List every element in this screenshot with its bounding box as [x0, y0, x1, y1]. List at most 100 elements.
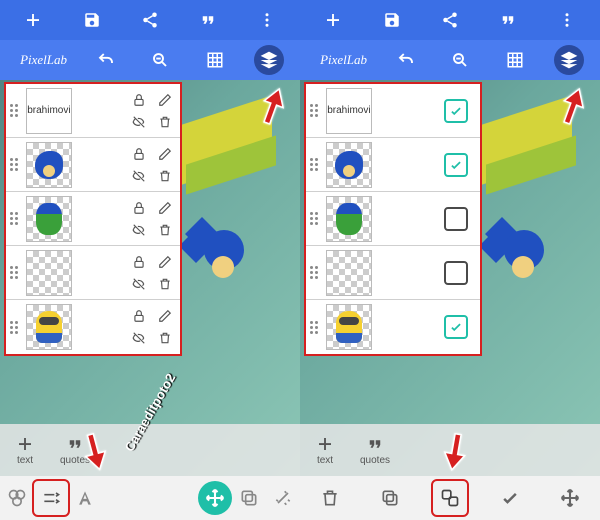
layer-actions [126, 143, 178, 187]
delete-icon[interactable] [152, 273, 178, 295]
visibility-off-icon[interactable] [126, 111, 152, 133]
undo-icon[interactable] [391, 45, 421, 75]
layer-thumbnail: Ibrahimovic [326, 88, 372, 134]
zoom-icon[interactable] [145, 45, 175, 75]
size-adjust-icon[interactable] [34, 481, 68, 515]
move-fab[interactable] [198, 481, 232, 515]
app-brand: PixelLab [16, 52, 67, 68]
drag-handle-icon[interactable] [8, 210, 22, 227]
visibility-off-icon[interactable] [126, 165, 152, 187]
quotes-icon[interactable] [193, 5, 223, 35]
edit-icon[interactable] [152, 251, 178, 273]
layer-actions [126, 251, 178, 295]
layer-row[interactable] [306, 246, 480, 300]
layer-thumbnail [26, 304, 72, 350]
layers-button[interactable] [554, 45, 584, 75]
overflow-icon[interactable] [252, 5, 282, 35]
category-text[interactable]: text [0, 424, 50, 476]
drag-handle-icon[interactable] [308, 264, 322, 281]
save-icon[interactable] [377, 5, 407, 35]
edit-icon[interactable] [152, 197, 178, 219]
layer-row[interactable] [6, 300, 180, 354]
drag-handle-icon[interactable] [8, 319, 22, 336]
delete-icon[interactable] [313, 481, 347, 515]
delete-icon[interactable] [152, 219, 178, 241]
layer-thumbnail: Ibrahimovic [26, 88, 72, 134]
drag-handle-icon[interactable] [8, 264, 22, 281]
grid-icon[interactable] [200, 45, 230, 75]
share-icon[interactable] [435, 5, 465, 35]
palette-icon[interactable] [0, 481, 34, 515]
category-quotes[interactable]: quotes [350, 424, 400, 476]
tutorial-arrow-size [80, 432, 110, 472]
font-icon[interactable] [68, 481, 102, 515]
lock-icon[interactable] [126, 251, 152, 273]
lock-icon[interactable] [126, 89, 152, 111]
delete-icon[interactable] [152, 111, 178, 133]
layer-checkbox[interactable] [444, 153, 468, 177]
screen-edit-mode: PixelLab Ibrahimovic [0, 0, 300, 520]
canvas-artwork [172, 100, 292, 400]
add-icon[interactable] [318, 5, 348, 35]
overflow-icon[interactable] [552, 5, 582, 35]
layers-button[interactable] [254, 45, 284, 75]
drag-handle-icon[interactable] [308, 156, 322, 173]
confirm-icon[interactable] [493, 481, 527, 515]
share-icon[interactable] [135, 5, 165, 35]
edit-icon[interactable] [152, 305, 178, 327]
magic-icon[interactable] [266, 481, 300, 515]
undo-icon[interactable] [91, 45, 121, 75]
layer-row[interactable] [6, 138, 180, 192]
layer-thumbnail [326, 196, 372, 242]
toolbar-secondary: PixelLab [300, 40, 600, 80]
layer-row[interactable]: Ibrahimovic [6, 84, 180, 138]
visibility-off-icon[interactable] [126, 219, 152, 241]
layer-actions [126, 89, 178, 133]
layer-thumbnail [326, 250, 372, 296]
layer-thumbnail [26, 196, 72, 242]
layer-checkbox[interactable] [444, 99, 468, 123]
layer-thumbnail [326, 142, 372, 188]
save-icon[interactable] [77, 5, 107, 35]
copy-tool-icon[interactable] [232, 481, 266, 515]
merge-icon[interactable] [433, 481, 467, 515]
screen-select-mode: PixelLab Ibrahimovic [300, 0, 600, 520]
category-text[interactable]: text [300, 424, 350, 476]
layer-checkbox[interactable] [444, 207, 468, 231]
zoom-icon[interactable] [445, 45, 475, 75]
grid-icon[interactable] [500, 45, 530, 75]
bottom-categories: text quotes [0, 424, 300, 476]
layer-row[interactable] [6, 192, 180, 246]
layer-row[interactable] [306, 300, 480, 354]
drag-handle-icon[interactable] [308, 319, 322, 336]
visibility-off-icon[interactable] [126, 327, 152, 349]
lock-icon[interactable] [126, 305, 152, 327]
layer-row[interactable] [306, 138, 480, 192]
tutorial-arrow-merge [440, 432, 470, 472]
move-icon[interactable] [553, 481, 587, 515]
drag-handle-icon[interactable] [308, 210, 322, 227]
visibility-off-icon[interactable] [126, 273, 152, 295]
edit-icon[interactable] [152, 143, 178, 165]
lock-icon[interactable] [126, 143, 152, 165]
edit-icon[interactable] [152, 89, 178, 111]
delete-icon[interactable] [152, 327, 178, 349]
layer-checkbox[interactable] [444, 261, 468, 285]
layer-thumbnail [326, 304, 372, 350]
copy-icon[interactable] [373, 481, 407, 515]
toolbar-primary [0, 0, 300, 40]
drag-handle-icon[interactable] [8, 102, 22, 119]
layer-row[interactable] [306, 192, 480, 246]
layer-row[interactable] [6, 246, 180, 300]
layer-checkbox[interactable] [444, 315, 468, 339]
bottom-action-bar [0, 476, 300, 520]
layer-thumbnail [26, 250, 72, 296]
quotes-icon[interactable] [493, 5, 523, 35]
drag-handle-icon[interactable] [308, 102, 322, 119]
layer-thumbnail [26, 142, 72, 188]
delete-icon[interactable] [152, 165, 178, 187]
layer-row[interactable]: Ibrahimovic [306, 84, 480, 138]
add-icon[interactable] [18, 5, 48, 35]
lock-icon[interactable] [126, 197, 152, 219]
drag-handle-icon[interactable] [8, 156, 22, 173]
